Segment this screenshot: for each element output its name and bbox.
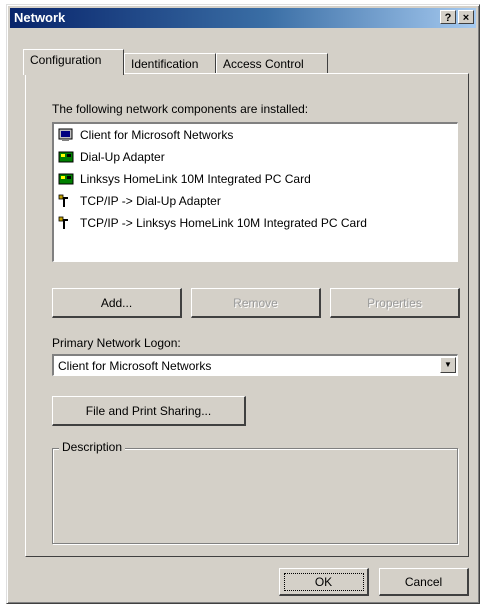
list-item-label: TCP/IP -> Linksys HomeLink 10M Integrate…	[80, 216, 367, 230]
list-item-label: Client for Microsoft Networks	[80, 128, 234, 142]
adapter-icon	[58, 173, 74, 185]
ok-button[interactable]: OK	[279, 568, 369, 596]
primary-logon-value: Client for Microsoft Networks	[58, 359, 212, 373]
protocol-icon	[58, 216, 68, 229]
file-print-sharing-button[interactable]: File and Print Sharing...	[52, 396, 246, 426]
list-item[interactable]: TCP/IP -> Linksys HomeLink 10M Integrate…	[54, 212, 457, 234]
list-item-label: Linksys HomeLink 10M Integrated PC Card	[80, 172, 311, 186]
primary-logon-select[interactable]: Client for Microsoft Networks ▼	[52, 354, 458, 376]
components-heading: The following network components are ins…	[52, 102, 309, 116]
add-button[interactable]: Add...	[52, 288, 182, 318]
configuration-panel: The following network components are ins…	[25, 73, 469, 557]
components-list[interactable]: Client for Microsoft Networks Dial-Up Ad…	[52, 122, 458, 262]
list-item[interactable]: Linksys HomeLink 10M Integrated PC Card	[54, 168, 457, 190]
network-dialog: Network ? × Configuration Identification…	[6, 4, 480, 604]
client-icon	[58, 128, 73, 141]
close-button[interactable]: ×	[458, 10, 474, 24]
description-group: Description	[52, 440, 458, 544]
list-item[interactable]: TCP/IP -> Dial-Up Adapter	[54, 190, 457, 212]
properties-button[interactable]: Properties	[330, 288, 460, 318]
list-item-label: Dial-Up Adapter	[80, 150, 165, 164]
tab-configuration[interactable]: Configuration	[23, 49, 124, 75]
chevron-down-icon[interactable]: ▼	[440, 357, 456, 373]
help-button[interactable]: ?	[440, 10, 456, 24]
adapter-icon	[58, 151, 74, 163]
primary-logon-label: Primary Network Logon:	[52, 336, 181, 350]
window-title: Network	[14, 10, 66, 25]
title-bar[interactable]: Network ? ×	[10, 8, 476, 28]
tab-access-control[interactable]: Access Control	[216, 53, 328, 74]
list-item-label: TCP/IP -> Dial-Up Adapter	[80, 194, 221, 208]
description-label: Description	[59, 440, 126, 454]
list-item[interactable]: Dial-Up Adapter	[54, 146, 457, 168]
tab-identification[interactable]: Identification	[124, 53, 216, 74]
remove-button[interactable]: Remove	[191, 288, 321, 318]
protocol-icon	[58, 194, 68, 207]
cancel-button[interactable]: Cancel	[379, 568, 469, 596]
list-item[interactable]: Client for Microsoft Networks	[54, 124, 457, 146]
